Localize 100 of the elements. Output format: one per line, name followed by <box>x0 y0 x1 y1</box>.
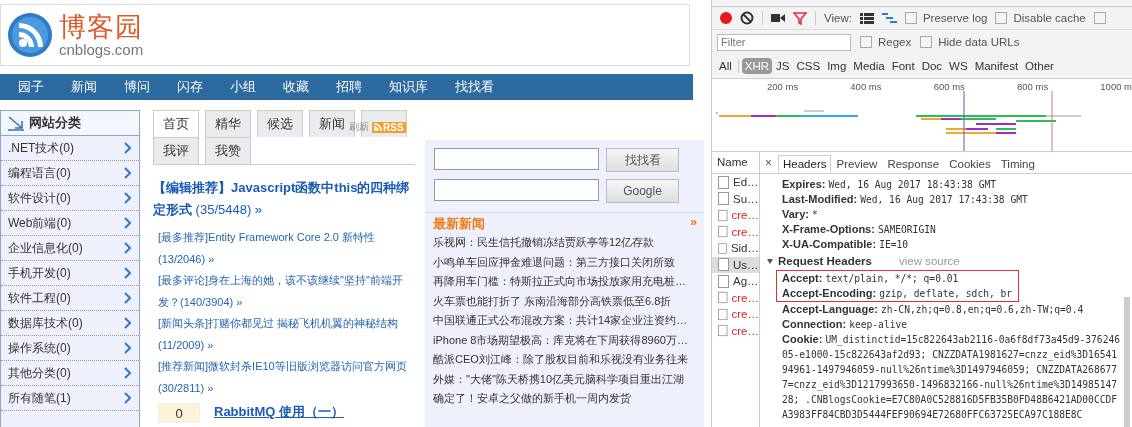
news-link[interactable]: 中国联通正式公布混改方案：共计14家企业注资约… <box>433 311 688 331</box>
request-row[interactable]: cre… <box>712 306 759 323</box>
sidebar-item[interactable]: 编程语言(0) <box>1 161 139 186</box>
filter-icon <box>793 11 807 25</box>
type-filter[interactable]: CSS <box>793 58 824 74</box>
news-link[interactable]: 小鸣单车回应押金难退问题：第三方接口关闭所致 <box>433 252 675 272</box>
option-checkbox[interactable]: Disable cache <box>995 12 1086 24</box>
tab[interactable]: Response <box>882 155 945 173</box>
type-filter[interactable]: Doc <box>918 58 946 74</box>
nav-link[interactable]: 园子 <box>8 78 54 96</box>
request-row[interactable]: cre… <box>712 322 759 339</box>
checkbox[interactable] <box>1093 12 1106 24</box>
tab[interactable]: 我赞 <box>205 137 251 164</box>
sidebar-title: 网站分类 <box>29 114 81 132</box>
header-line: Accept-Language: zh-CN,zh;q=0.8,en;q=0.6,zh-TW;q=0.4 <box>782 302 1085 317</box>
news-link[interactable]: iPhone 8市场期望极高：库克将在下周获得8960万… <box>433 330 688 350</box>
tab[interactable]: 首页 <box>153 110 199 137</box>
sidebar-item[interactable]: 所有随笔(1) <box>1 386 139 411</box>
headline-link[interactable]: [新闻头条]打赌你都见过 揭秘飞机机翼的神秘结构 (11/2009) » <box>158 313 415 356</box>
header-line: Connection: keep-alive <box>782 317 908 332</box>
column-header[interactable]: Name <box>712 152 759 174</box>
sidebar-item[interactable]: 数据库技术(0) <box>1 311 139 336</box>
nav-link[interactable]: 招聘 <box>326 78 372 96</box>
option-checkbox[interactable]: Regex <box>860 36 912 48</box>
chevron-icon <box>123 167 131 179</box>
tick-label: 1000 m <box>1100 81 1132 92</box>
request-row[interactable]: Sid… <box>712 240 759 257</box>
section-title: Request Headers <box>778 254 872 269</box>
file-icon <box>718 324 728 338</box>
search-field[interactable] <box>434 148 599 170</box>
type-filter[interactable]: Media <box>850 58 888 74</box>
request-row[interactable]: cre… <box>712 223 759 240</box>
type-filter[interactable]: WS <box>946 58 971 74</box>
nav-link[interactable]: 博问 <box>114 78 160 96</box>
digg-count[interactable]: 0 <box>158 403 200 423</box>
nav-link[interactable]: 收藏 <box>273 78 319 96</box>
scrollbar[interactable] <box>1124 297 1130 427</box>
sidebar-item[interactable]: Web前端(0) <box>1 211 139 236</box>
type-filter[interactable]: Font <box>888 58 918 74</box>
option-checkbox[interactable]: Hide data URLs <box>920 36 1020 48</box>
request-row[interactable]: cre… <box>712 207 759 224</box>
request-row[interactable]: Su… <box>712 190 759 207</box>
nav-link[interactable]: 小组 <box>220 78 266 96</box>
tab[interactable]: Headers <box>778 155 832 173</box>
tab[interactable]: 候选 <box>257 110 303 137</box>
tab[interactable]: 精华 <box>205 110 251 137</box>
list-icon <box>859 12 874 24</box>
view-label: View: <box>824 12 852 24</box>
featured-post[interactable]: 【编辑推荐】Javascript函数中this的四种绑定形式 (35/5448) » <box>153 177 415 221</box>
type-filter[interactable]: JS <box>773 58 793 74</box>
type-filter[interactable]: Other <box>1022 58 1057 74</box>
sidebar-item[interactable]: 软件工程(0) <box>1 286 139 311</box>
news-link[interactable]: 火车票也能打折了 东南沿海部分高铁票低至6.8折 <box>433 291 672 311</box>
type-filter[interactable]: Manifest <box>971 58 1022 74</box>
tick-label: 800 ms <box>1017 81 1049 92</box>
close-button[interactable]: × <box>763 156 778 173</box>
tab[interactable]: Preview <box>831 155 883 173</box>
nav-link[interactable]: 找找看 <box>445 78 504 96</box>
sidebar-item[interactable]: 手机开发(0) <box>1 261 139 286</box>
chevron-icon <box>123 242 131 254</box>
header-line: Accept-Encoding: gzip, deflate, sdch, br <box>782 286 1014 301</box>
tab[interactable]: Cookies <box>944 155 996 173</box>
record-button[interactable] <box>720 12 732 24</box>
headline-link[interactable]: [推荐新闻]微软封杀IE10等旧版浏览器访问官方网页 (30/2811) » <box>158 356 415 399</box>
disclosure-triangle[interactable] <box>767 258 773 264</box>
sidebar-item[interactable]: 企业信息化(0) <box>1 236 139 261</box>
search-button[interactable]: 找找看 <box>606 148 679 172</box>
request-row[interactable]: Us… <box>712 256 759 273</box>
search-field[interactable] <box>434 179 599 201</box>
headline-link[interactable]: [最多推荐]Entity Framework Core 2.0 新特性 (13/2046) » <box>158 227 415 270</box>
sidebar-item[interactable]: .NET技术(0) <box>1 136 139 161</box>
sidebar-item[interactable]: 软件设计(0) <box>1 186 139 211</box>
header-line: Accept: text/plain, */*; q=0.01 <box>782 271 960 286</box>
news-link[interactable]: 外媒："大佬"陈天桥携10亿美元脑科学项目重出江湖 <box>433 369 685 389</box>
search-button[interactable]: Google <box>606 179 679 203</box>
news-link[interactable]: 确定了！安卓之父做的新手机一周内发货 <box>433 389 631 409</box>
nav-link[interactable]: 新闻 <box>61 78 107 96</box>
option-checkbox[interactable]: Preserve log <box>904 12 988 24</box>
header-line: X-UA-Compatible: IE=10 <box>782 237 910 252</box>
headline-link[interactable]: [最多评论]身在上海的她，该不该继续"坚持"前端开发？(140/3904) » <box>158 270 415 313</box>
request-row[interactable]: cre… <box>712 289 759 306</box>
request-row[interactable]: Ed… <box>712 174 759 191</box>
post-title-link[interactable]: RabbitMQ 使用（一） <box>214 403 344 421</box>
header-line: Vary: * <box>782 207 819 222</box>
logo-icon <box>7 12 53 58</box>
tab[interactable]: 我评 <box>153 137 199 164</box>
type-filter[interactable]: Img <box>824 58 850 74</box>
sidebar-item[interactable]: 其他分类(0) <box>1 361 139 386</box>
nav-link[interactable]: 闪存 <box>167 78 213 96</box>
header-line: X-Frame-Options: SAMEORIGIN <box>782 222 937 237</box>
arrow-icon <box>7 115 25 131</box>
filter-field[interactable]: Filter <box>717 33 851 51</box>
sidebar-item[interactable]: 操作系统(0) <box>1 336 139 361</box>
news-link[interactable]: 酷派CEO刘江峰：除了股权目前和乐视没有业务往来 <box>433 350 688 370</box>
type-filter[interactable]: All <box>716 58 735 74</box>
nav-link[interactable]: 知识库 <box>379 78 438 96</box>
news-link[interactable]: 再降用车门槛：特斯拉正式向市场投放家用充电桩… <box>433 272 686 292</box>
news-link[interactable]: 乐视网：民生信托撤销冻结贾跃亭等12亿存款 <box>433 233 655 253</box>
request-row[interactable]: Ag… <box>712 273 759 290</box>
tab[interactable]: Timing <box>995 155 1040 173</box>
